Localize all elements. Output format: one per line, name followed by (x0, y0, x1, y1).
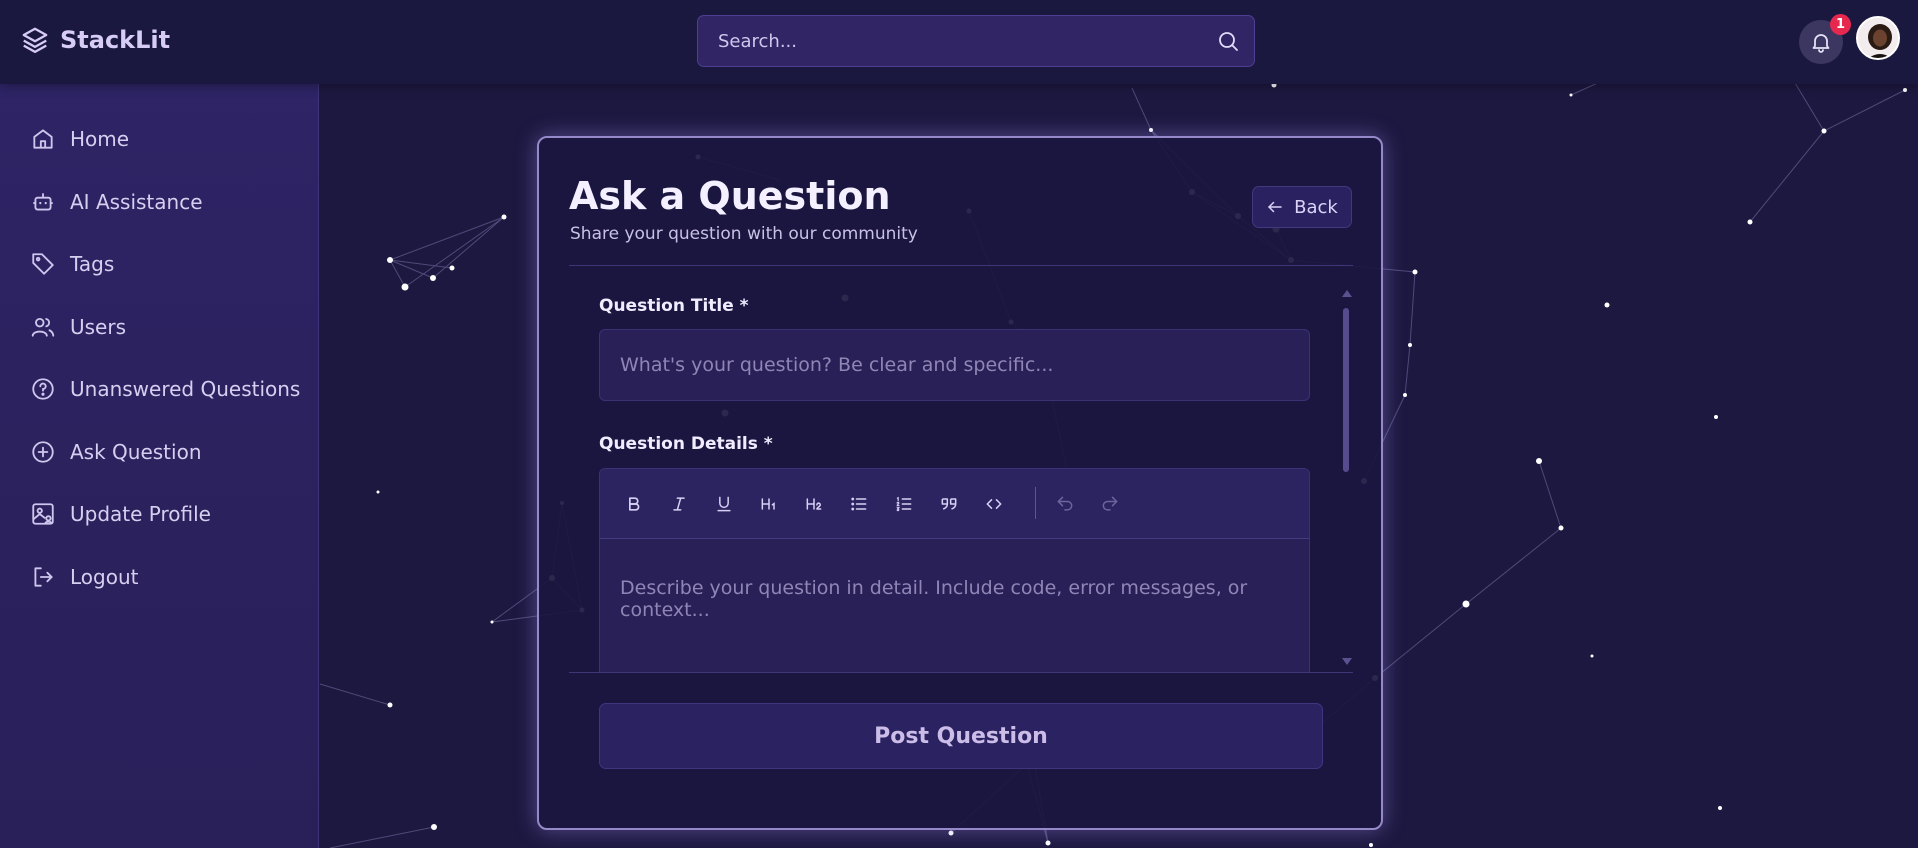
question-details-label: Question Details * (599, 434, 773, 454)
heading2-icon (806, 498, 822, 510)
post-question-label: Post Question (874, 723, 1048, 749)
question-details-input[interactable]: Describe your question in detail. Includ… (600, 539, 1309, 672)
bullet-list-button[interactable] (848, 493, 870, 515)
sidebar-item-users[interactable]: Users (30, 311, 126, 343)
search-input[interactable] (698, 16, 1208, 66)
bold-icon (629, 497, 640, 511)
blockquote-button[interactable] (938, 493, 960, 515)
app-logo[interactable]: StackLit (20, 25, 170, 55)
ask-question-card: Ask a Question Share your question with … (537, 136, 1383, 830)
sidebar-item-tags[interactable]: Tags (30, 248, 114, 280)
header-divider (569, 265, 1353, 266)
toolbar-separator (1035, 487, 1036, 519)
bullet-list-icon (851, 497, 867, 511)
form-scrollbar[interactable] (1341, 290, 1352, 668)
avatar-image (1858, 18, 1898, 58)
code-button[interactable] (983, 493, 1005, 515)
sidebar-item-label: Logout (70, 565, 139, 589)
app-name: StackLit (60, 26, 171, 54)
page-subtitle: Share your question with our community (570, 224, 918, 244)
page-title: Ask a Question (569, 174, 891, 218)
sidebar-item-label: Ask Question (70, 440, 202, 464)
bold-button[interactable] (623, 493, 645, 515)
bell-icon (1812, 34, 1830, 53)
scrollbar-thumb[interactable] (1343, 308, 1349, 472)
bot-icon (33, 193, 53, 211)
ordered-list-icon (896, 496, 912, 512)
tag-icon (32, 253, 54, 275)
arrow-left-icon (1268, 201, 1282, 213)
sidebar-item-logout[interactable]: Logout (30, 561, 138, 593)
back-button-label: Back (1294, 196, 1338, 218)
notification-badge: 1 (1830, 14, 1851, 35)
sidebar-item-update-profile[interactable]: Update Profile (30, 498, 211, 530)
question-title-input[interactable] (599, 329, 1310, 401)
editor-toolbar (600, 469, 1309, 539)
scroll-up-arrow[interactable] (1342, 290, 1352, 297)
user-avatar[interactable] (1856, 16, 1900, 60)
search-icon[interactable] (1216, 29, 1240, 53)
quote-icon (941, 498, 957, 510)
redo-button[interactable] (1099, 493, 1121, 515)
code-icon (986, 499, 1002, 509)
search-bar (697, 15, 1255, 67)
sidebar-item-label: Home (70, 127, 130, 151)
sidebar-item-label: Tags (70, 252, 115, 276)
sidebar-item-label: Unanswered Questions (70, 377, 301, 401)
italic-icon (673, 497, 685, 511)
heading1-button[interactable] (758, 493, 780, 515)
users-icon (31, 317, 55, 337)
scroll-down-arrow[interactable] (1342, 658, 1352, 665)
sidebar-item-label: AI Assistance (70, 190, 203, 214)
heading1-icon (761, 498, 775, 510)
sidebar-item-unanswered[interactable]: Unanswered Questions (30, 373, 300, 405)
underline-button[interactable] (713, 493, 735, 515)
undo-icon (1057, 496, 1073, 511)
rich-text-editor: Describe your question in detail. Includ… (599, 468, 1310, 672)
back-button[interactable]: Back (1252, 186, 1352, 228)
home-icon (33, 129, 53, 149)
sidebar-item-label: Users (70, 315, 127, 339)
sidebar-item-home[interactable]: Home (30, 123, 129, 155)
top-header: StackLit 1 (0, 0, 1918, 84)
question-title-label: Question Title * (599, 296, 749, 316)
italic-button[interactable] (668, 493, 690, 515)
footer-divider (569, 672, 1353, 673)
sidebar: Home AI Assistance Tags Users Unanswered… (0, 84, 319, 848)
layers-icon (22, 27, 48, 53)
heading2-button[interactable] (803, 493, 825, 515)
post-question-button[interactable]: Post Question (599, 703, 1323, 769)
ordered-list-button[interactable] (893, 493, 915, 515)
help-circle-icon (32, 378, 54, 400)
sidebar-item-label: Update Profile (70, 502, 211, 526)
undo-button[interactable] (1054, 493, 1076, 515)
image-user-icon (32, 503, 54, 525)
sidebar-item-ai-assistance[interactable]: AI Assistance (30, 186, 203, 218)
sidebar-item-ask-question[interactable]: Ask Question (30, 436, 202, 468)
details-placeholder: Describe your question in detail. Includ… (620, 577, 1248, 621)
logout-icon (34, 567, 53, 587)
underline-icon (717, 496, 731, 512)
plus-circle-icon (32, 441, 54, 463)
redo-icon (1102, 496, 1118, 511)
